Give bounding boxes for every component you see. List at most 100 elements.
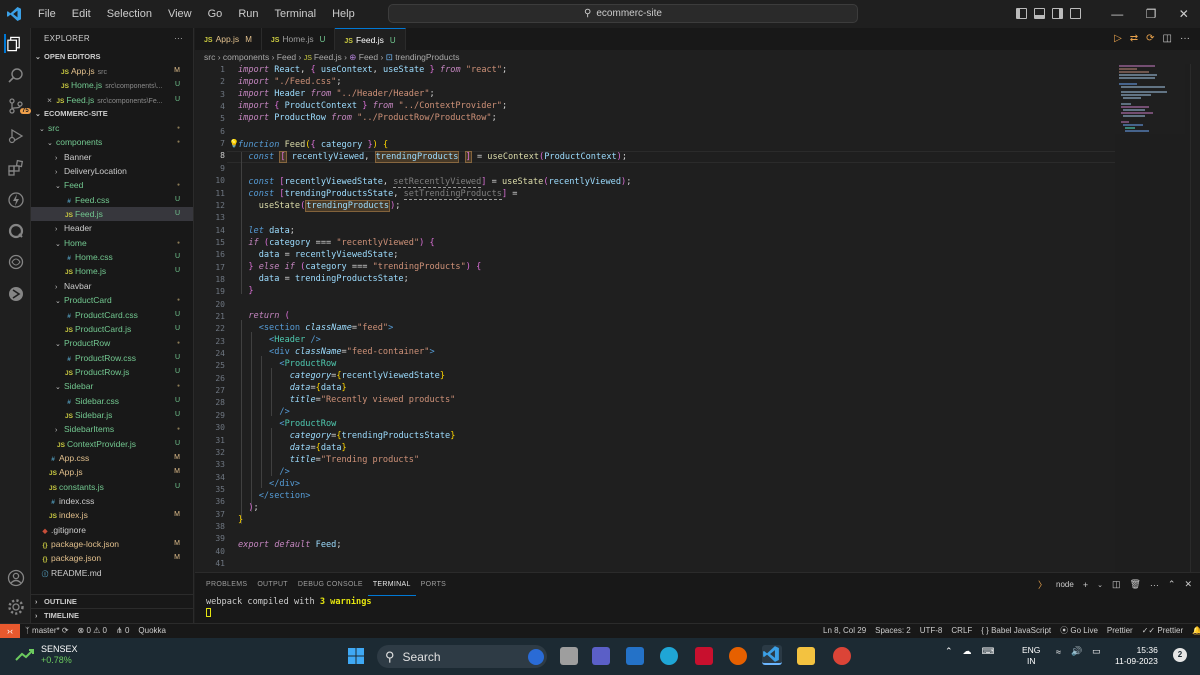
chevron-down-icon[interactable]: ⌄ (1097, 581, 1103, 589)
split-terminal-icon[interactable]: ◫ (1112, 579, 1121, 590)
open-changes-icon[interactable]: ⟳ (1146, 33, 1154, 44)
quokka-icon[interactable] (6, 221, 25, 240)
extensions-icon[interactable] (6, 158, 25, 177)
chrome-icon[interactable] (833, 647, 851, 665)
open-editor-item[interactable]: JS Home.js src\components\... U (31, 78, 193, 92)
tree-item[interactable]: JS Feed.js U (31, 207, 193, 222)
cursor-position[interactable]: Ln 8, Col 29 (823, 624, 866, 638)
tree-item[interactable]: ⌄ Sidebar ● (31, 379, 193, 393)
keyboard-icon[interactable]: ⌨ (982, 646, 995, 657)
toggle-sidebar-icon[interactable] (1016, 8, 1027, 19)
open-editor-item[interactable]: JS App.js src M (31, 64, 193, 78)
menu-item-run[interactable]: Run (230, 0, 266, 28)
tab-home-js[interactable]: JS Home.js U (262, 28, 336, 50)
git-branch[interactable]: ᛉ master* ⟳ (25, 624, 69, 638)
tree-item[interactable]: JS constants.js U (31, 480, 193, 494)
tree-item[interactable]: › SidebarItems ● (31, 422, 193, 436)
tree-item[interactable]: › DeliveryLocation (31, 164, 193, 178)
terminal-shell-label[interactable]: node (1056, 580, 1074, 589)
prettier-status[interactable]: Prettier (1107, 624, 1133, 638)
teams-chat-icon[interactable] (592, 647, 610, 665)
maximize-panel-icon[interactable]: ⌃ (1168, 579, 1176, 590)
go-live-button[interactable]: ⦿ Go Live (1060, 624, 1098, 638)
project-header[interactable]: ⌄ ECOMMERC-SITE (31, 107, 193, 121)
menu-item-go[interactable]: Go (200, 0, 231, 28)
quokka-indicator[interactable]: Quokka (138, 624, 166, 638)
close-panel-icon[interactable]: ✕ (1184, 579, 1192, 590)
vscode-taskbar-icon[interactable] (762, 645, 782, 665)
tree-item[interactable]: › Banner (31, 150, 193, 164)
open-editor-item[interactable]: × JS Feed.js src\components\Fe... U (31, 93, 193, 107)
gitlens-icon[interactable] (6, 284, 25, 303)
tree-item[interactable]: ⌄ components ● (31, 135, 193, 149)
onedrive-icon[interactable]: ☁ (963, 646, 972, 657)
tree-item[interactable]: JS Home.js U (31, 264, 193, 278)
language-indicator[interactable]: ENG IN (1022, 645, 1040, 667)
toggle-panel-icon[interactable] (1034, 8, 1045, 19)
notifications-bell-icon[interactable]: 🔔 (1192, 624, 1200, 638)
tree-item[interactable]: # ProductCard.css U (31, 308, 193, 322)
quick-settings[interactable]: ≈ 🔊 ▭ (1056, 646, 1101, 657)
menu-item-selection[interactable]: Selection (99, 0, 160, 28)
terminal-output[interactable]: webpack compiled with 3 warnings (195, 596, 1200, 621)
close-icon[interactable]: ✕ (1179, 7, 1189, 21)
close-icon[interactable]: × (47, 95, 54, 105)
minimize-icon[interactable]: — (1111, 7, 1123, 21)
edge-icon[interactable] (660, 647, 678, 665)
panel-tab-output[interactable]: OUTPUT (252, 573, 293, 596)
account-icon[interactable] (6, 568, 25, 587)
manage-gear-icon[interactable] (6, 597, 25, 616)
breadcrumb-item[interactable]: trendingProducts (395, 52, 459, 62)
file-explorer-icon[interactable] (797, 647, 815, 665)
panel-tab-terminal[interactable]: TERMINAL (367, 573, 416, 596)
run-debug-icon[interactable] (6, 126, 25, 145)
panel-tab-problems[interactable]: PROBLEMS (201, 573, 252, 596)
menu-item-help[interactable]: Help (324, 0, 363, 28)
tree-item[interactable]: {} package-lock.json M (31, 537, 193, 551)
language-mode[interactable]: { } Babel JavaScript (981, 624, 1051, 638)
split-editor-icon[interactable]: ◫ (1163, 33, 1172, 44)
restore-icon[interactable]: ❐ (1146, 7, 1157, 21)
clock[interactable]: 15:36 11-09-2023 (1115, 645, 1158, 667)
firefox-icon[interactable] (729, 647, 747, 665)
tree-item[interactable]: JS Sidebar.js U (31, 408, 193, 422)
tree-item[interactable]: {} package.json M (31, 551, 193, 565)
code-editor[interactable]: 1 2 3 4 5 6 7 8 9 10 11 12 13 14 15 16 17 18 19 20 21 22 23 24 2… (195, 64, 1115, 572)
tree-item[interactable]: JS App.js M (31, 465, 193, 479)
tree-item[interactable]: JS ProductCard.js U (31, 322, 193, 336)
search-icon[interactable] (6, 66, 25, 85)
tree-item[interactable]: ⌄ ProductRow ● (31, 336, 193, 350)
tree-item[interactable]: # ProductRow.css U (31, 351, 193, 365)
tree-item[interactable]: # index.css (31, 494, 193, 508)
tree-item[interactable]: JS ProductRow.js U (31, 365, 193, 379)
panel-tab-debug-console[interactable]: DEBUG CONSOLE (293, 573, 368, 596)
breadcrumb-item[interactable]: Feed (277, 52, 296, 62)
explorer-icon[interactable] (4, 34, 23, 53)
breadcrumb-item[interactable]: Feed (359, 52, 378, 62)
tree-item[interactable]: # Home.css U (31, 250, 193, 264)
ports-indicator[interactable]: ⋔ 0 (116, 624, 129, 638)
tree-item[interactable]: ⌄ Feed ● (31, 178, 193, 192)
menu-item-view[interactable]: View (160, 0, 200, 28)
outline-section[interactable]: › OUTLINE (31, 594, 194, 608)
breadcrumb-item[interactable]: Feed.js (314, 52, 342, 62)
editor-scrollbar[interactable] (1190, 64, 1200, 572)
tree-item[interactable]: › Navbar (31, 279, 193, 293)
line-ending[interactable]: CRLF (951, 624, 972, 638)
breadcrumb-item[interactable]: components (223, 52, 269, 62)
problems-indicator[interactable]: ⊗ 0 ⚠ 0 (78, 624, 107, 638)
tree-item[interactable]: JS ContextProvider.js U (31, 437, 193, 451)
windows-start-icon[interactable] (347, 647, 365, 665)
more-actions-icon[interactable]: ··· (1150, 580, 1159, 590)
menu-item-terminal[interactable]: Terminal (267, 0, 325, 28)
timeline-section[interactable]: › TIMELINE (31, 608, 194, 622)
breadcrumb-item[interactable]: src (204, 52, 215, 62)
tree-item[interactable]: ⓘ README.md (31, 566, 193, 580)
encoding[interactable]: UTF-8 (920, 624, 943, 638)
taskbar-search[interactable]: ⚲ Search (377, 645, 547, 668)
store-icon[interactable] (626, 647, 644, 665)
tree-item[interactable]: ◆ .gitignore (31, 523, 193, 537)
indentation[interactable]: Spaces: 2 (875, 624, 911, 638)
mcafee-icon[interactable] (695, 647, 713, 665)
tab-feed-js[interactable]: JS Feed.js U (335, 28, 406, 50)
